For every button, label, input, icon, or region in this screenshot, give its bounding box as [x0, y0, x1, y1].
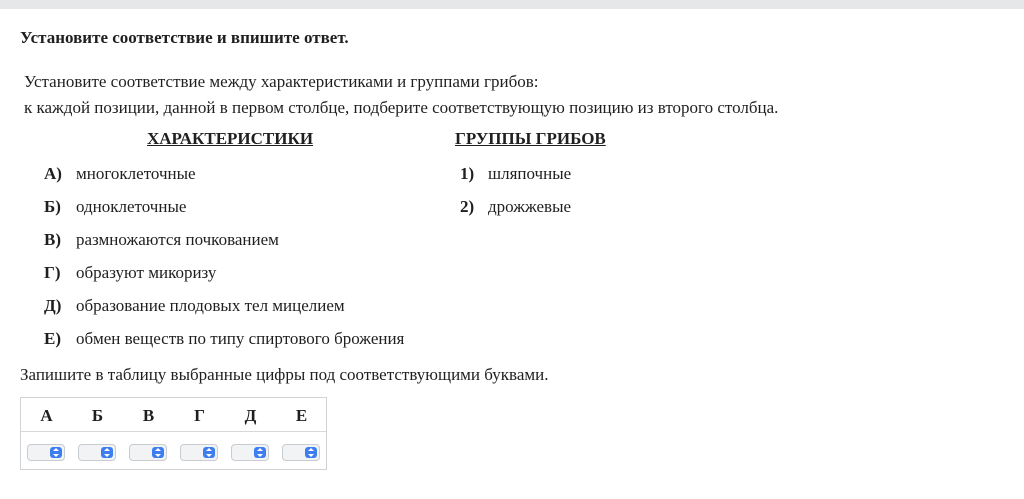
item-key: В) [44, 230, 61, 249]
characteristic-item: В) размножаются почкованием [44, 230, 279, 250]
answer-select-v[interactable] [129, 444, 167, 461]
instruction-text: Запишите в таблицу выбранные цифры под с… [20, 365, 549, 384]
characteristic-item: А) многоклеточные [44, 164, 196, 184]
letter-header: Б [91, 406, 104, 425]
updown-arrows-icon [305, 447, 317, 458]
letter-header: А [40, 406, 53, 425]
updown-arrows-icon [203, 447, 215, 458]
answer-table-header: А Б В Г Д Е [21, 398, 326, 432]
item-key: Д) [44, 296, 62, 315]
item-text: шляпочные [488, 164, 572, 183]
group-item: 2) дрожжевые [460, 197, 571, 217]
item-key: А) [44, 164, 62, 183]
characteristic-item: Е) обмен веществ по типу спиртового брож… [44, 329, 404, 349]
groups-header: ГРУППЫ ГРИБОВ [455, 129, 606, 148]
letter-header: Д [244, 406, 257, 425]
item-key: Е) [44, 329, 61, 348]
item-text: многоклеточные [76, 164, 196, 183]
characteristic-item: Г) образуют микоризу [44, 263, 216, 283]
item-text: размножаются почкованием [76, 230, 279, 249]
answer-select-b[interactable] [78, 444, 116, 461]
updown-arrows-icon [101, 447, 113, 458]
characteristic-item: Б) одноклеточные [44, 197, 186, 217]
item-key: Г) [44, 263, 61, 282]
item-key: 1) [460, 164, 475, 183]
answer-select-a[interactable] [27, 444, 65, 461]
characteristic-item: Д) образование плодовых тел мицелием [44, 296, 345, 316]
updown-arrows-icon [152, 447, 164, 458]
item-text: обмен веществ по типу спиртового брожени… [76, 329, 405, 348]
letter-header: Г [194, 406, 205, 425]
item-key: Б) [44, 197, 61, 216]
answer-select-e[interactable] [282, 444, 320, 461]
task-intro: Установите соответствие между характерис… [24, 69, 1014, 121]
letter-header: Е [295, 406, 308, 425]
characteristics-header: ХАРАКТЕРИСТИКИ [147, 129, 314, 148]
group-item: 1) шляпочные [460, 164, 571, 184]
intro-line: Установите соответствие между характерис… [24, 72, 539, 91]
task-title: Установите соответствие и впишите ответ. [20, 28, 349, 47]
updown-arrows-icon [50, 447, 62, 458]
updown-arrows-icon [254, 447, 266, 458]
item-key: 2) [460, 197, 475, 216]
letter-header: В [142, 406, 155, 425]
item-text: дрожжевые [488, 197, 572, 216]
answer-select-g[interactable] [180, 444, 218, 461]
answer-table: А Б В Г Д Е [20, 397, 327, 470]
item-text: одноклеточные [76, 197, 187, 216]
intro-line: к каждой позиции, данной в первом столбц… [24, 98, 779, 117]
answer-select-d[interactable] [231, 444, 269, 461]
top-bar [0, 0, 1024, 9]
item-text: образование плодовых тел мицелием [76, 296, 345, 315]
item-text: образуют микоризу [76, 263, 217, 282]
